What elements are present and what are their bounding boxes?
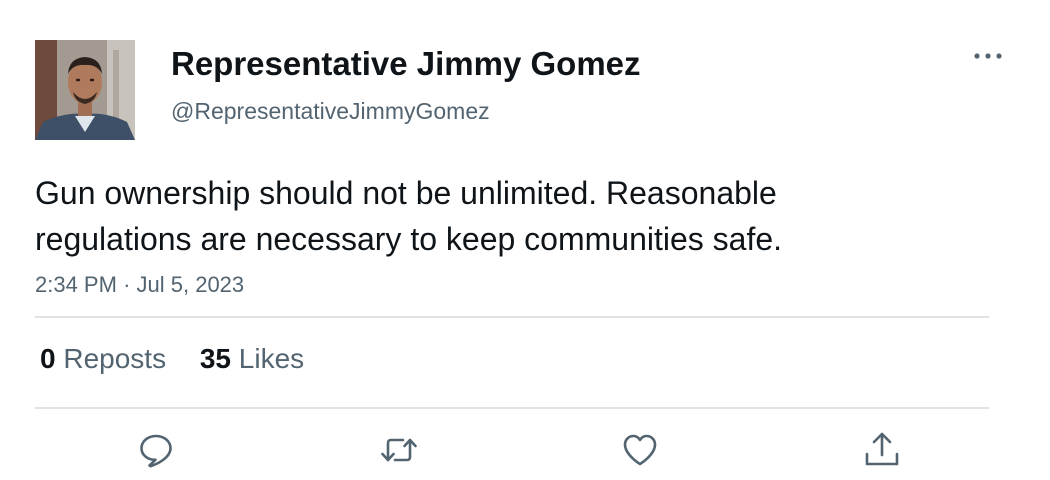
- tweet-date: Jul 5, 2023: [136, 272, 245, 297]
- likes-label: Likes: [238, 343, 305, 374]
- tweet-timestamp[interactable]: 2:34 PM · Jul 5, 2023: [35, 271, 244, 299]
- tweet-time: 2:34 PM: [35, 272, 117, 297]
- avatar-photo: [35, 40, 135, 140]
- like-button[interactable]: [620, 430, 660, 470]
- avatar[interactable]: [35, 40, 135, 140]
- engagement-stats: 0 Reposts 35 Likes: [40, 342, 330, 376]
- tweet-text-line: Gun ownership should not be unlimited. R…: [35, 175, 777, 211]
- repost-icon: [381, 438, 417, 462]
- user-handle[interactable]: @RepresentativeJimmyGomez: [171, 97, 490, 125]
- share-button[interactable]: [862, 430, 902, 470]
- repost-button[interactable]: [379, 430, 419, 470]
- likes-count: 35: [199, 343, 232, 374]
- share-icon: [865, 432, 899, 466]
- tweet-card: Representative Jimmy Gomez @Representati…: [0, 0, 1050, 480]
- reposts-stat[interactable]: 0 Reposts: [40, 342, 166, 376]
- divider: [35, 316, 989, 318]
- tweet-text-line: regulations are necessary to keep commun…: [35, 221, 783, 257]
- reply-icon: [140, 434, 172, 468]
- tweet-text: Gun ownership should not be unlimited. R…: [35, 170, 995, 262]
- display-name[interactable]: Representative Jimmy Gomez: [171, 44, 641, 84]
- heart-icon: [623, 434, 657, 466]
- likes-stat[interactable]: 35 Likes: [200, 342, 304, 376]
- more-options-button[interactable]: [968, 44, 1008, 68]
- meta-separator: ·: [123, 272, 131, 297]
- reposts-count: 0: [40, 343, 56, 374]
- divider: [35, 407, 989, 409]
- reposts-label: Reposts: [63, 343, 167, 374]
- more-horizontal-icon: [974, 53, 1002, 59]
- reply-button[interactable]: [136, 430, 176, 470]
